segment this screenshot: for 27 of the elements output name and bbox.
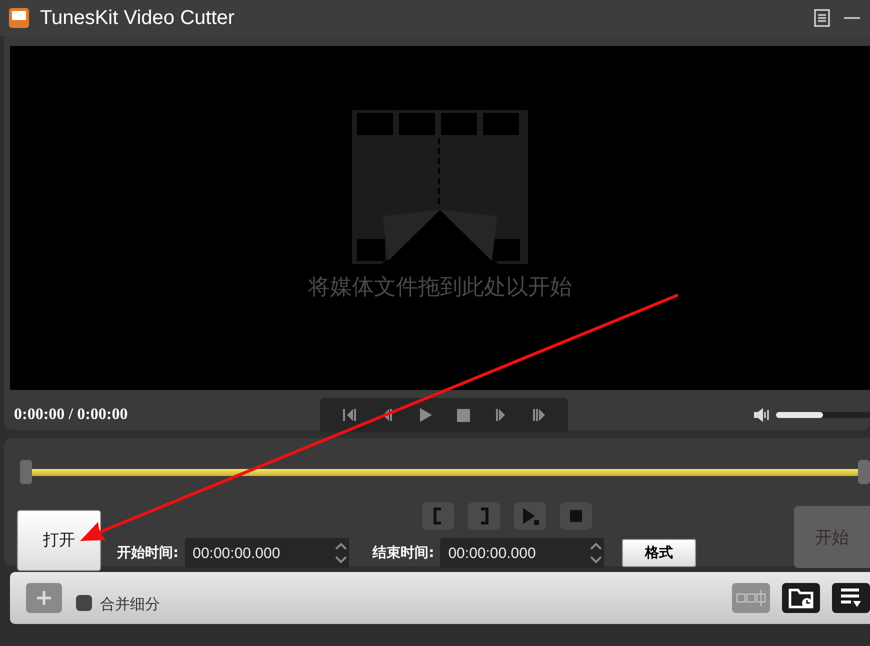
timeline-end-handle[interactable] <box>858 460 870 484</box>
volume-icon[interactable] <box>752 405 772 425</box>
task-list-button[interactable] <box>832 583 870 613</box>
format-button[interactable]: 格式 <box>622 539 696 567</box>
timeline-start-handle[interactable] <box>20 460 32 484</box>
segments-icon <box>736 589 766 607</box>
open-button[interactable]: 打开 <box>17 510 101 571</box>
drop-hint: 将媒体文件拖到此处以开始 <box>308 274 572 302</box>
output-folder-button[interactable] <box>782 583 820 613</box>
app-icon <box>8 7 30 29</box>
volume-slider[interactable] <box>776 412 870 418</box>
end-time-field[interactable]: 00:00:00.000 <box>440 538 588 568</box>
merge-checkbox[interactable] <box>76 595 92 611</box>
start-time-field[interactable]: 00:00:00.000 <box>184 538 333 568</box>
timeline-bar[interactable] <box>32 468 858 476</box>
merge-label: 合并细分 <box>100 594 160 614</box>
list-icon <box>839 587 863 609</box>
stop-icon <box>568 508 584 524</box>
end-time-label: 结束时间: <box>372 544 434 562</box>
menu-icon[interactable] <box>812 8 832 28</box>
spinner-icon[interactable] <box>332 538 349 568</box>
spinner-icon[interactable] <box>588 538 604 568</box>
folder-clock-icon <box>788 587 814 609</box>
time-display: 0:00:00 / 0:00:00 <box>13 406 129 424</box>
start-time-label: 开始时间: <box>117 544 179 562</box>
plus-icon <box>35 589 53 607</box>
window-title: TunesKit Video Cutter <box>40 6 236 30</box>
